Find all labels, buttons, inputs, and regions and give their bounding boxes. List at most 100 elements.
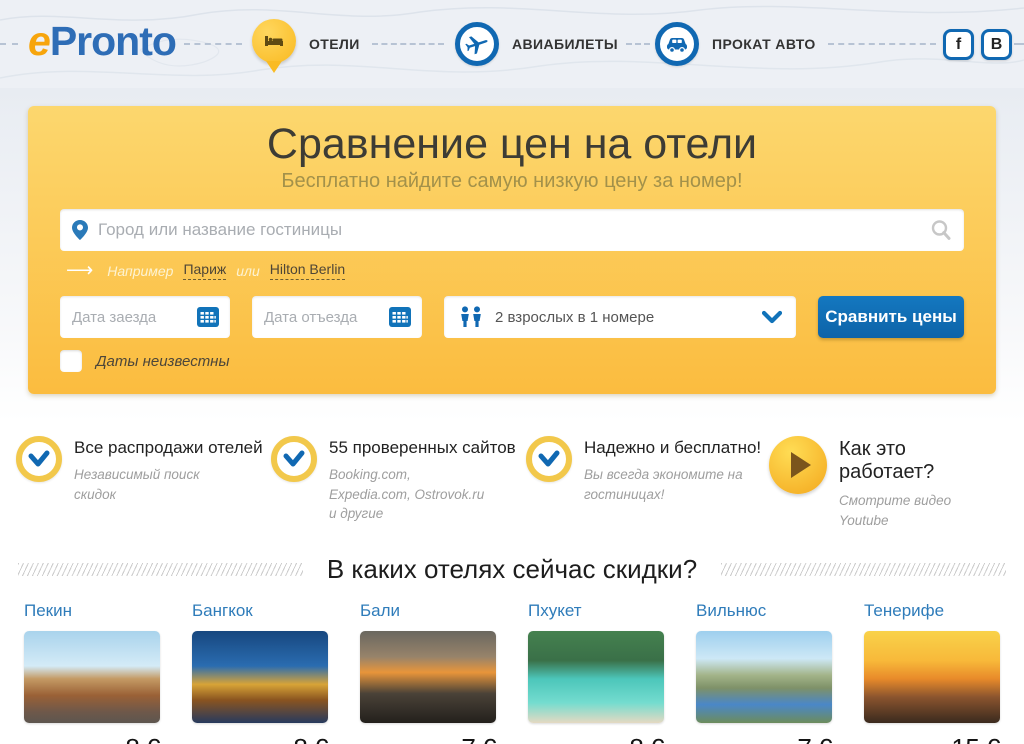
nav-dashed-line — [0, 43, 18, 45]
price-value: 7 € — [461, 733, 496, 744]
city-link[interactable]: Бангкок — [192, 601, 253, 621]
hatch-divider-right — [721, 563, 1006, 576]
arrow-right-icon: ⟶ — [66, 259, 93, 282]
beijing-photo[interactable] — [24, 631, 160, 723]
deal-card-beijing: Пекин 1580 отелей от 8 € — [24, 601, 160, 744]
dates-unknown-checkbox[interactable] — [60, 350, 82, 372]
price-value: 7 € — [797, 733, 832, 744]
city-link[interactable]: Вильнюс — [696, 601, 766, 621]
airplane-circle-icon — [455, 22, 499, 66]
calendar-icon[interactable] — [388, 305, 412, 329]
guests-icon — [458, 306, 484, 328]
checkin-input[interactable] — [72, 309, 177, 326]
feature-how-it-works: Как это работает? Смотрите видео Youtube — [769, 436, 1008, 530]
feature-title: Все распродажи отелей — [74, 438, 263, 458]
nav-hotels-label: ОТЕЛИ — [309, 36, 360, 52]
price-row: 391 отель от 15 € — [864, 733, 1000, 744]
hero-background: Сравнение цен на отели Бесплатно найдите… — [0, 88, 1024, 422]
price-value: 8 € — [125, 733, 160, 744]
page-subtitle: Бесплатно найдите самую низкую цену за н… — [60, 170, 964, 193]
compare-prices-button[interactable]: Сравнить цены — [818, 296, 964, 338]
guests-value: 2 взрослых в 1 номере — [495, 309, 762, 326]
city-link[interactable]: Тенерифе — [864, 601, 944, 621]
deal-card-tenerife: Тенерифе 391 отель от 15 € — [864, 601, 1000, 744]
map-pin-icon — [72, 220, 88, 240]
logo-e: e — [28, 18, 50, 64]
feature-title: Надежно и бесплатно! — [584, 438, 761, 458]
price-row: 134 отеля от 7 € — [696, 733, 832, 744]
price-value: 8 € — [293, 733, 328, 744]
example-word: Например — [107, 263, 173, 279]
play-video-button[interactable] — [769, 436, 827, 494]
check-circle-icon — [16, 436, 62, 482]
search-input[interactable] — [98, 220, 920, 240]
feature-subtitle: Booking.com, Expedia.com, Ostrovok.ru и … — [329, 465, 494, 524]
vkontakte-button[interactable]: B — [981, 29, 1012, 60]
city-link[interactable]: Бали — [360, 601, 400, 621]
bangkok-photo[interactable] — [192, 631, 328, 723]
vilnius-photo[interactable] — [696, 631, 832, 723]
price-row: 823 отеля от 8 € — [192, 733, 328, 744]
feature-sites: 55 проверенных сайтов Booking.com, Exped… — [271, 436, 526, 530]
nav-dashed-line — [372, 43, 444, 45]
feature-subtitle: Вы всегда экономите на гостиницах! — [584, 465, 749, 504]
example-hotel-link[interactable]: Hilton Berlin — [270, 261, 345, 280]
chevron-down-icon — [762, 310, 782, 324]
calendar-icon[interactable] — [196, 305, 220, 329]
feature-sales: Все распродажи отелей Независимый поиск … — [16, 436, 271, 530]
nav-flights-label: АВИАБИЛЕТЫ — [512, 36, 618, 52]
check-icon — [282, 449, 306, 469]
car-icon — [664, 31, 690, 57]
nav-item-car-rental[interactable]: ПРОКАТ АВТО — [655, 16, 816, 72]
dates-unknown-row: Даты неизвестны — [60, 350, 964, 372]
nav-dashed-line — [828, 43, 936, 45]
price-value: 15 € — [951, 733, 1000, 744]
how-it-works-subtitle: Смотрите видео Youtube — [839, 491, 1004, 530]
nav-dashed-line — [1014, 43, 1024, 45]
deal-card-vilnius: Вильнюс 134 отеля от 7 € — [696, 601, 832, 744]
price-row: 1514 отелей от 7 € — [360, 733, 496, 744]
example-city-link[interactable]: Париж — [183, 261, 226, 280]
logo-epronto[interactable]: ePronto — [28, 18, 176, 65]
city-link[interactable]: Пхукет — [528, 601, 582, 621]
car-circle-icon — [655, 22, 699, 66]
deals-section-title: В каких отелях сейчас скидки? — [327, 554, 697, 585]
hatch-divider-left — [18, 563, 303, 576]
nav-item-hotels[interactable]: ОТЕЛИ — [252, 16, 360, 72]
search-fields-row: 2 взрослых в 1 номере Сравнить цены — [60, 296, 964, 338]
how-it-works-title[interactable]: Как это работает? — [839, 438, 959, 484]
search-icon[interactable] — [930, 219, 952, 241]
facebook-button[interactable]: f — [943, 29, 974, 60]
feature-subtitle: Независимый поиск скидок — [74, 465, 239, 504]
tenerife-photo[interactable] — [864, 631, 1000, 723]
price-row: 903 отеля от 8 € — [528, 733, 664, 744]
features-row: Все распродажи отелей Независимый поиск … — [16, 436, 1008, 530]
deal-card-bangkok: Бангкок 823 отеля от 8 € — [192, 601, 328, 744]
page-title: Сравнение цен на отели — [60, 120, 964, 169]
bali-photo[interactable] — [360, 631, 496, 723]
check-circle-icon — [271, 436, 317, 482]
logo-pronto: Pronto — [50, 18, 176, 64]
check-icon — [537, 449, 561, 469]
price-row: 1580 отелей от 8 € — [24, 733, 160, 744]
deals-section-header: В каких отелях сейчас скидки? — [0, 554, 1024, 585]
airplane-icon — [465, 32, 489, 56]
dates-unknown-label: Даты неизвестны — [96, 353, 229, 370]
checkout-input[interactable] — [264, 309, 369, 326]
check-circle-icon — [526, 436, 572, 482]
top-nav-bar: ePronto ОТЕЛИ АВИАБИЛЕТЫ — [0, 0, 1024, 88]
nav-dashed-line — [626, 43, 650, 45]
hotel-pin-marker-icon — [252, 19, 296, 63]
nav-cars-label: ПРОКАТ АВТО — [712, 36, 816, 52]
city-link[interactable]: Пекин — [24, 601, 72, 621]
hotel-search-box — [60, 209, 964, 251]
social-buttons: f B — [943, 29, 1012, 60]
guests-select[interactable]: 2 взрослых в 1 номере — [444, 296, 796, 338]
checkin-date-field[interactable] — [60, 296, 230, 338]
nav-dashed-line — [184, 43, 242, 45]
checkout-date-field[interactable] — [252, 296, 422, 338]
nav-item-flights[interactable]: АВИАБИЛЕТЫ — [455, 16, 618, 72]
example-or: или — [236, 263, 259, 279]
check-icon — [27, 449, 51, 469]
phuket-photo[interactable] — [528, 631, 664, 723]
